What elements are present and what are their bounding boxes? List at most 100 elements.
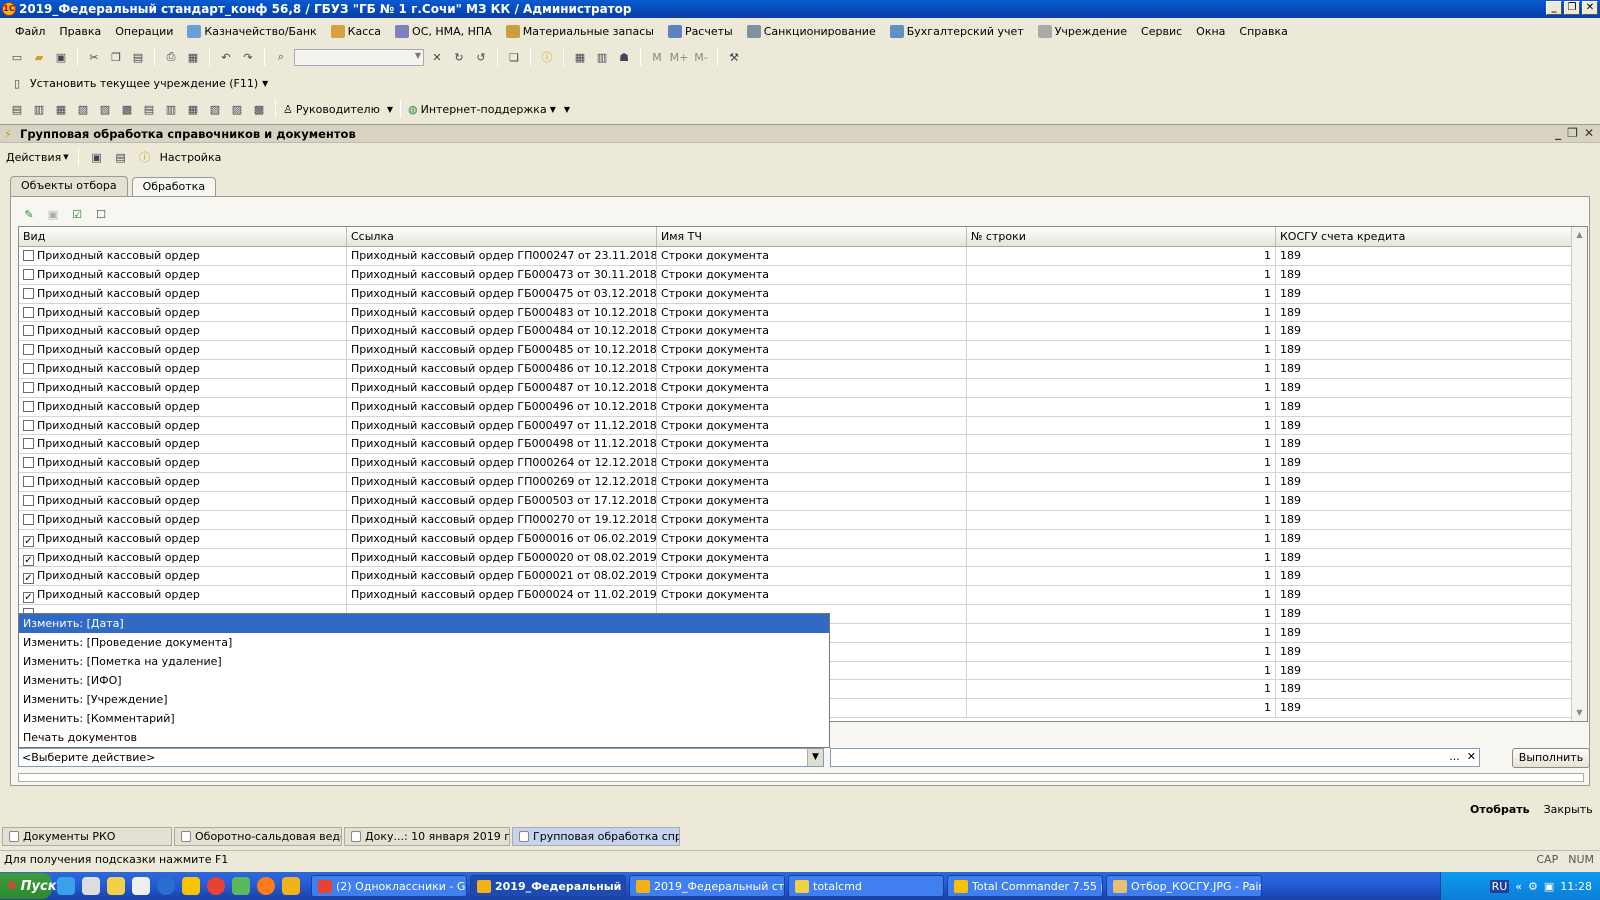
row-checkbox[interactable]: ✓ <box>23 554 34 566</box>
report-icon-6[interactable]: ▩ <box>118 100 136 118</box>
copy-icon[interactable]: ❐ <box>107 48 125 66</box>
menu-item-6[interactable]: Материальные запасы <box>499 24 661 38</box>
table-row[interactable]: ✓ Приходный кассовый ордер Приходный кассо… <box>19 586 1587 606</box>
tab-selection-objects[interactable]: Объекты отбора <box>10 176 128 196</box>
start-button[interactable]: ❖ Пуск <box>0 873 57 899</box>
table-row[interactable]: ✓ Приходный кассовый ордер Приходный кассо… <box>19 548 1587 568</box>
report-icon-8[interactable]: ▥ <box>162 100 180 118</box>
table-row[interactable]: Приходный кассовый ордер Приходный кассов… <box>19 416 1587 436</box>
vertical-scrollbar[interactable]: ▲ ▼ <box>1571 227 1587 721</box>
menu-item-0[interactable]: Файл <box>8 25 52 38</box>
taskbar-task[interactable]: Total Commander 7.55 р... <box>947 875 1103 897</box>
memory-mplus-button[interactable]: M+ <box>670 48 689 66</box>
row-checkbox[interactable] <box>23 363 34 375</box>
row-checkbox[interactable] <box>23 513 34 525</box>
scroll-thumb[interactable] <box>1573 245 1586 665</box>
table-row[interactable]: Приходный кассовый ордер Приходный кассов… <box>19 435 1587 455</box>
taskbar-task[interactable]: totalcmd <box>788 875 944 897</box>
actions-menu-button[interactable]: Действия ▼ <box>6 151 69 164</box>
window-tab[interactable]: Документы РКО <box>2 827 172 846</box>
memory-m-button[interactable]: M <box>648 48 666 66</box>
row-checkbox[interactable] <box>23 268 34 280</box>
info-icon[interactable]: ⓘ <box>538 48 556 66</box>
table-row[interactable]: Приходный кассовый ордер Приходный кассов… <box>19 378 1587 398</box>
row-checkbox[interactable]: ✓ <box>23 573 34 585</box>
menu-item-10[interactable]: Учреждение <box>1031 24 1134 38</box>
undo-icon[interactable]: ↶ <box>217 48 235 66</box>
close-form-button[interactable]: Закрыть <box>1544 803 1593 816</box>
clear-icon[interactable]: ✕ <box>428 48 446 66</box>
print-preview-icon[interactable]: ▦ <box>184 48 202 66</box>
grid-disabled-icon[interactable]: ▣ <box>44 205 62 223</box>
action-parameter-field[interactable]: ... ✕ <box>830 748 1480 767</box>
row-checkbox[interactable] <box>23 476 34 488</box>
media-icon[interactable] <box>157 877 175 895</box>
close-button[interactable]: ✕ <box>1582 1 1598 15</box>
report-icon-11[interactable]: ▨ <box>228 100 246 118</box>
table-row[interactable]: Приходный кассовый ордер Приходный кассов… <box>19 322 1587 342</box>
minimize-button[interactable]: _ <box>1546 1 1562 15</box>
report-icon-10[interactable]: ▧ <box>206 100 224 118</box>
table-row[interactable]: Приходный кассовый ордер Приходный кассов… <box>19 360 1587 379</box>
dropdown-option[interactable]: Изменить: [Дата] <box>19 614 829 633</box>
column-header-kind[interactable]: Вид <box>19 227 347 246</box>
clear-icon[interactable]: ✕ <box>1464 750 1479 763</box>
dropdown-option[interactable]: Изменить: [Комментарий] <box>19 709 829 728</box>
row-checkbox[interactable] <box>23 419 34 431</box>
new-document-icon[interactable]: ▭ <box>8 48 26 66</box>
find-next-icon[interactable]: ↻ <box>450 48 468 66</box>
menu-item-4[interactable]: Касса <box>324 24 388 38</box>
edit-pencil-icon[interactable]: ✎ <box>20 205 38 223</box>
save-settings-icon[interactable]: ▣ <box>88 148 106 166</box>
row-checkbox[interactable]: ✓ <box>23 535 34 547</box>
window-tab[interactable]: Доку...: 10 января 2019 г. - ... <box>344 827 510 846</box>
window-tab[interactable]: Оборотно-сальдовая ведом... <box>174 827 342 846</box>
windows-icon[interactable]: ❏ <box>505 48 523 66</box>
find-prev-icon[interactable]: ↺ <box>472 48 490 66</box>
menu-item-11[interactable]: Сервис <box>1134 25 1189 38</box>
chevron-down-icon[interactable]: ▼ <box>807 749 823 766</box>
select-button[interactable]: Отобрать <box>1470 803 1530 816</box>
execute-button[interactable]: Выполнить <box>1512 748 1590 768</box>
column-header-tc[interactable]: Имя ТЧ <box>657 227 967 246</box>
dropdown-option[interactable]: Изменить: [Проведение документа] <box>19 633 829 652</box>
report-icon-9[interactable]: ▦ <box>184 100 202 118</box>
table-row[interactable]: Приходный кассовый ордер Приходный кассов… <box>19 454 1587 474</box>
menu-item-2[interactable]: Операции <box>108 25 180 38</box>
row-checkbox[interactable]: ✓ <box>23 592 34 604</box>
table-row[interactable]: ✓ Приходный кассовый ордер Приходный кассо… <box>19 567 1587 587</box>
chevron-down-icon[interactable]: ▼ <box>415 51 421 60</box>
calendar-icon[interactable]: ▥ <box>593 48 611 66</box>
uncheck-all-icon[interactable]: ☐ <box>92 205 110 223</box>
table-row[interactable]: Приходный кассовый ордер Приходный кассов… <box>19 510 1587 530</box>
dropdown-option[interactable]: Изменить: [Учреждение] <box>19 690 829 709</box>
dropdown-option[interactable]: Изменить: [Пометка на удаление] <box>19 652 829 671</box>
menu-item-7[interactable]: Расчеты <box>661 24 740 38</box>
notepad-icon[interactable] <box>132 877 150 895</box>
onec-icon[interactable] <box>282 877 300 895</box>
chevron-down-icon[interactable]: ▼ <box>262 79 268 88</box>
help-icon[interactable]: ⓘ <box>136 148 154 166</box>
menu-item-5[interactable]: ОС, НМА, НПА <box>388 24 499 38</box>
calc-icon[interactable] <box>82 877 100 895</box>
dropdown-option[interactable]: Печать документов <box>19 728 829 747</box>
chrome-icon[interactable] <box>207 877 225 895</box>
users-icon[interactable]: ☗ <box>615 48 633 66</box>
row-checkbox[interactable] <box>23 457 34 469</box>
row-checkbox[interactable] <box>23 287 34 299</box>
row-checkbox[interactable] <box>23 438 34 450</box>
redo-icon[interactable]: ↷ <box>239 48 257 66</box>
table-row[interactable]: Приходный кассовый ордер Приходный кассов… <box>19 247 1587 266</box>
table-row[interactable]: Приходный кассовый ордер Приходный кассов… <box>19 284 1587 304</box>
taskbar-task[interactable]: 2019_Федеральный ... <box>470 875 626 897</box>
row-checkbox[interactable] <box>23 250 34 261</box>
menu-item-8[interactable]: Санкционирование <box>740 24 883 38</box>
report-icon-5[interactable]: ▨ <box>96 100 114 118</box>
report-icon-4[interactable]: ▧ <box>74 100 92 118</box>
director-button[interactable]: ♙ Руководителю ▼ <box>283 103 393 116</box>
table-row[interactable]: ✓ Приходный кассовый ордер Приходный кассо… <box>19 529 1587 549</box>
choose-button[interactable]: ... <box>1447 750 1462 763</box>
language-indicator[interactable]: RU <box>1489 879 1510 893</box>
column-header-line[interactable]: № строки <box>967 227 1276 246</box>
report-icon-3[interactable]: ▦ <box>52 100 70 118</box>
